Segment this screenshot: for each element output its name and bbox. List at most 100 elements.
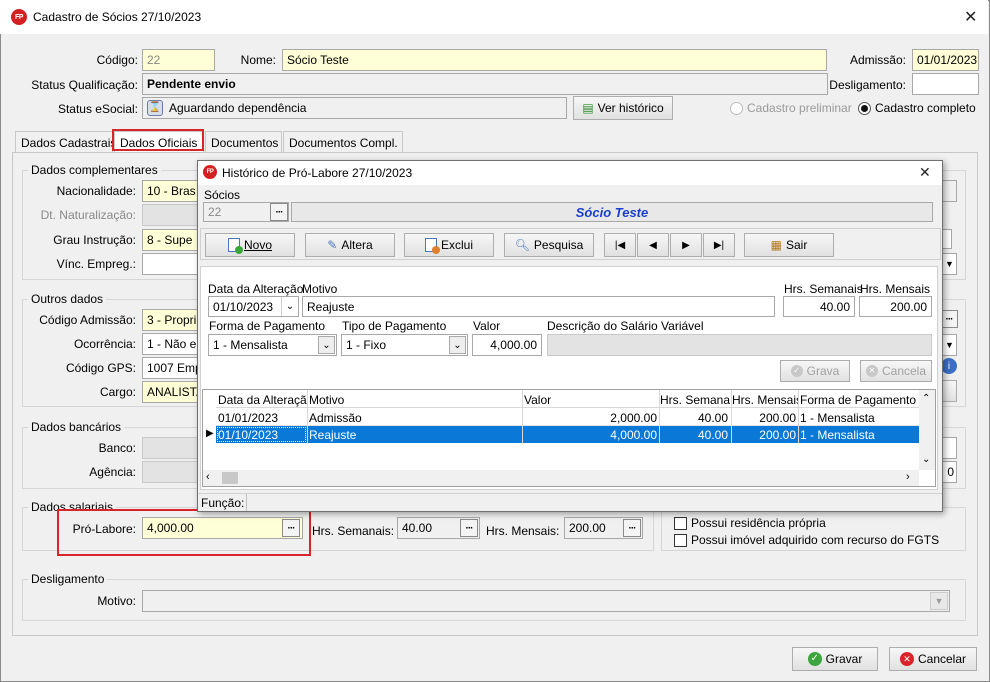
grid-col-hrs-semanais[interactable]: Hrs. Semanais (660, 393, 730, 407)
grid-col-data[interactable]: Data da Alteração (218, 393, 308, 407)
sair-label: Sair (786, 238, 808, 252)
chevron-down-icon[interactable]: ⌄ (318, 336, 335, 354)
ocorrencia-label: Ocorrência: (73, 337, 136, 351)
radio-on-icon (858, 101, 871, 115)
tab-documentos[interactable]: Documentos (205, 131, 282, 153)
imovel-fgts-checkbox[interactable]: Possui imóvel adquirido com recurso do F… (674, 533, 939, 547)
cadastro-completo-radio[interactable]: Cadastro completo (858, 101, 976, 115)
residencia-checkbox[interactable]: Possui residência própria (674, 516, 826, 530)
descricao-salario-field (547, 334, 932, 356)
socio-ellipsis-button[interactable]: ··· (270, 203, 288, 221)
scroll-up-icon[interactable]: ⌃ (922, 393, 930, 404)
grid-divider (731, 390, 732, 443)
chevron-down-icon: ▼ (945, 340, 954, 350)
motivo-combo[interactable] (142, 590, 950, 612)
date-picker-icon[interactable]: ⌄ (281, 297, 298, 316)
desligamento-field[interactable] (912, 73, 979, 95)
grid-col-valor[interactable]: Valor (524, 393, 660, 407)
motivo-dialog-label: Motivo (302, 282, 338, 296)
hrs-semanais-label: Hrs. Semanais: (312, 524, 395, 538)
status-esocial-label: Status eSocial: (57, 102, 138, 116)
novo-label: Novo (243, 238, 272, 252)
gravar-button[interactable]: ✓ Gravar (792, 647, 878, 671)
next-record-button[interactable]: ▶ (670, 233, 702, 257)
scroll-thumb[interactable] (222, 472, 238, 484)
grau-instrucao-field[interactable]: 8 - Supe (142, 229, 202, 251)
agencia-label: Agência: (89, 465, 136, 479)
dialog-close-icon[interactable]: ✕ (919, 164, 931, 181)
scroll-down-icon[interactable]: ⌄ (922, 454, 930, 465)
vinc-empreg-field[interactable] (142, 253, 202, 275)
cadastro-preliminar-label: Cadastro preliminar (747, 101, 852, 115)
horizontal-scrollbar[interactable] (203, 470, 919, 486)
window-title: Cadastro de Sócios 27/10/2023 (33, 10, 202, 24)
grava-button[interactable]: ✓ Grava (780, 360, 850, 382)
history-icon: ▤ (582, 101, 594, 115)
exit-icon: ▦ (770, 238, 782, 252)
dialog-title: Histórico de Pró-Labore 27/10/2023 (222, 166, 413, 180)
grid-col-forma[interactable]: Forma de Pagamento (800, 393, 918, 407)
grava-label: Grava (806, 364, 840, 378)
ocorrencia-field[interactable]: 1 - Não e (142, 333, 202, 355)
scroll-right-icon[interactable]: › (906, 471, 910, 483)
highlight-tab (112, 129, 204, 151)
grid-divider (798, 390, 799, 443)
sair-button[interactable]: ▦ Sair (744, 233, 834, 257)
nacionalidade-field[interactable]: 10 - Bras (142, 180, 202, 202)
vinc-empreg-label: Vínc. Empreg.: (56, 257, 136, 271)
admissao-field[interactable]: 01/01/2023 (912, 49, 979, 71)
info-icon[interactable]: i (941, 358, 957, 374)
status-bar (198, 493, 942, 511)
cancela-label: Cancela (881, 364, 927, 378)
novo-button[interactable]: Novo (205, 233, 295, 257)
grid-divider (307, 390, 308, 443)
prev-record-button[interactable]: ◀ (637, 233, 669, 257)
cadastro-preliminar-radio[interactable]: Cadastro preliminar (730, 101, 852, 115)
checkbox-icon (674, 516, 687, 530)
cargo-field[interactable]: ANALISTA (142, 381, 202, 403)
hrs-mensais-ellipsis-button[interactable]: ··· (623, 519, 641, 537)
cancela-button[interactable]: ✕ Cancela (860, 360, 932, 382)
last-record-button[interactable]: ▶| (703, 233, 735, 257)
grid-cell: 01/01/2023 (218, 411, 279, 425)
codigo-admissao-field[interactable]: 3 - Propri (142, 309, 202, 331)
dlg-hrs-mensais-field[interactable]: 200.00 (859, 296, 932, 317)
scroll-left-icon[interactable]: ‹ (206, 471, 210, 483)
pro-labore-field[interactable]: 4,000.00 (142, 517, 303, 539)
grid-col-motivo[interactable]: Motivo (309, 393, 521, 407)
tab-documentos-compl[interactable]: Documentos Compl. (283, 131, 403, 153)
cancelar-button[interactable]: ✕ Cancelar (889, 647, 977, 671)
codigo-gps-field[interactable]: 1007 Emp (142, 357, 202, 379)
imovel-fgts-label: Possui imóvel adquirido com recurso do F… (691, 533, 940, 547)
close-icon[interactable]: ✕ (964, 7, 977, 27)
codigo-field[interactable]: 22 (142, 49, 215, 71)
altera-button[interactable]: ✎ Altera (305, 233, 395, 257)
grid-col-hrs-mensais[interactable]: Hrs. Mensais (732, 393, 798, 407)
pesquisa-label: Pesquisa (533, 238, 584, 252)
cancel-icon: ✕ (865, 365, 878, 377)
dialog-logo: FP (203, 165, 217, 179)
hourglass-icon: ⌛ (147, 100, 163, 116)
gravar-label: Gravar (825, 652, 863, 666)
forma-pagamento-label: Forma de Pagamento (209, 319, 326, 333)
pesquisa-button[interactable]: 🔍︎ Pesquisa (504, 233, 594, 257)
dlg-hrs-semanais-field[interactable]: 40.00 (783, 296, 855, 317)
hrs-semanais-ellipsis-button[interactable]: ··· (460, 519, 478, 537)
chevron-down-icon[interactable]: ⌄ (449, 336, 466, 354)
pro-labore-ellipsis-button[interactable]: ··· (282, 519, 300, 537)
banco-field (142, 437, 202, 459)
socio-name-display: Sócio Teste (291, 202, 933, 222)
tab-dados-cadastrais[interactable]: Dados Cadastrais (15, 131, 116, 153)
funcao-label: Função: (201, 496, 245, 510)
first-record-button[interactable]: |◀ (604, 233, 636, 257)
nacionalidade-label: Nacionalidade: (56, 184, 136, 198)
valor-field[interactable]: 4,000.00 (472, 334, 542, 356)
chevron-down-icon[interactable]: ▼ (930, 592, 948, 610)
motivo-dialog-field[interactable]: Reajuste (302, 296, 775, 317)
nome-field[interactable]: Sócio Teste (282, 49, 827, 71)
exclui-button[interactable]: Exclui (404, 233, 494, 257)
ver-historico-button[interactable]: ▤ Ver histórico (573, 96, 673, 120)
naturalizacao-field (142, 204, 202, 226)
next-icon: ▶ (682, 239, 690, 251)
valor-label: Valor (473, 319, 501, 333)
